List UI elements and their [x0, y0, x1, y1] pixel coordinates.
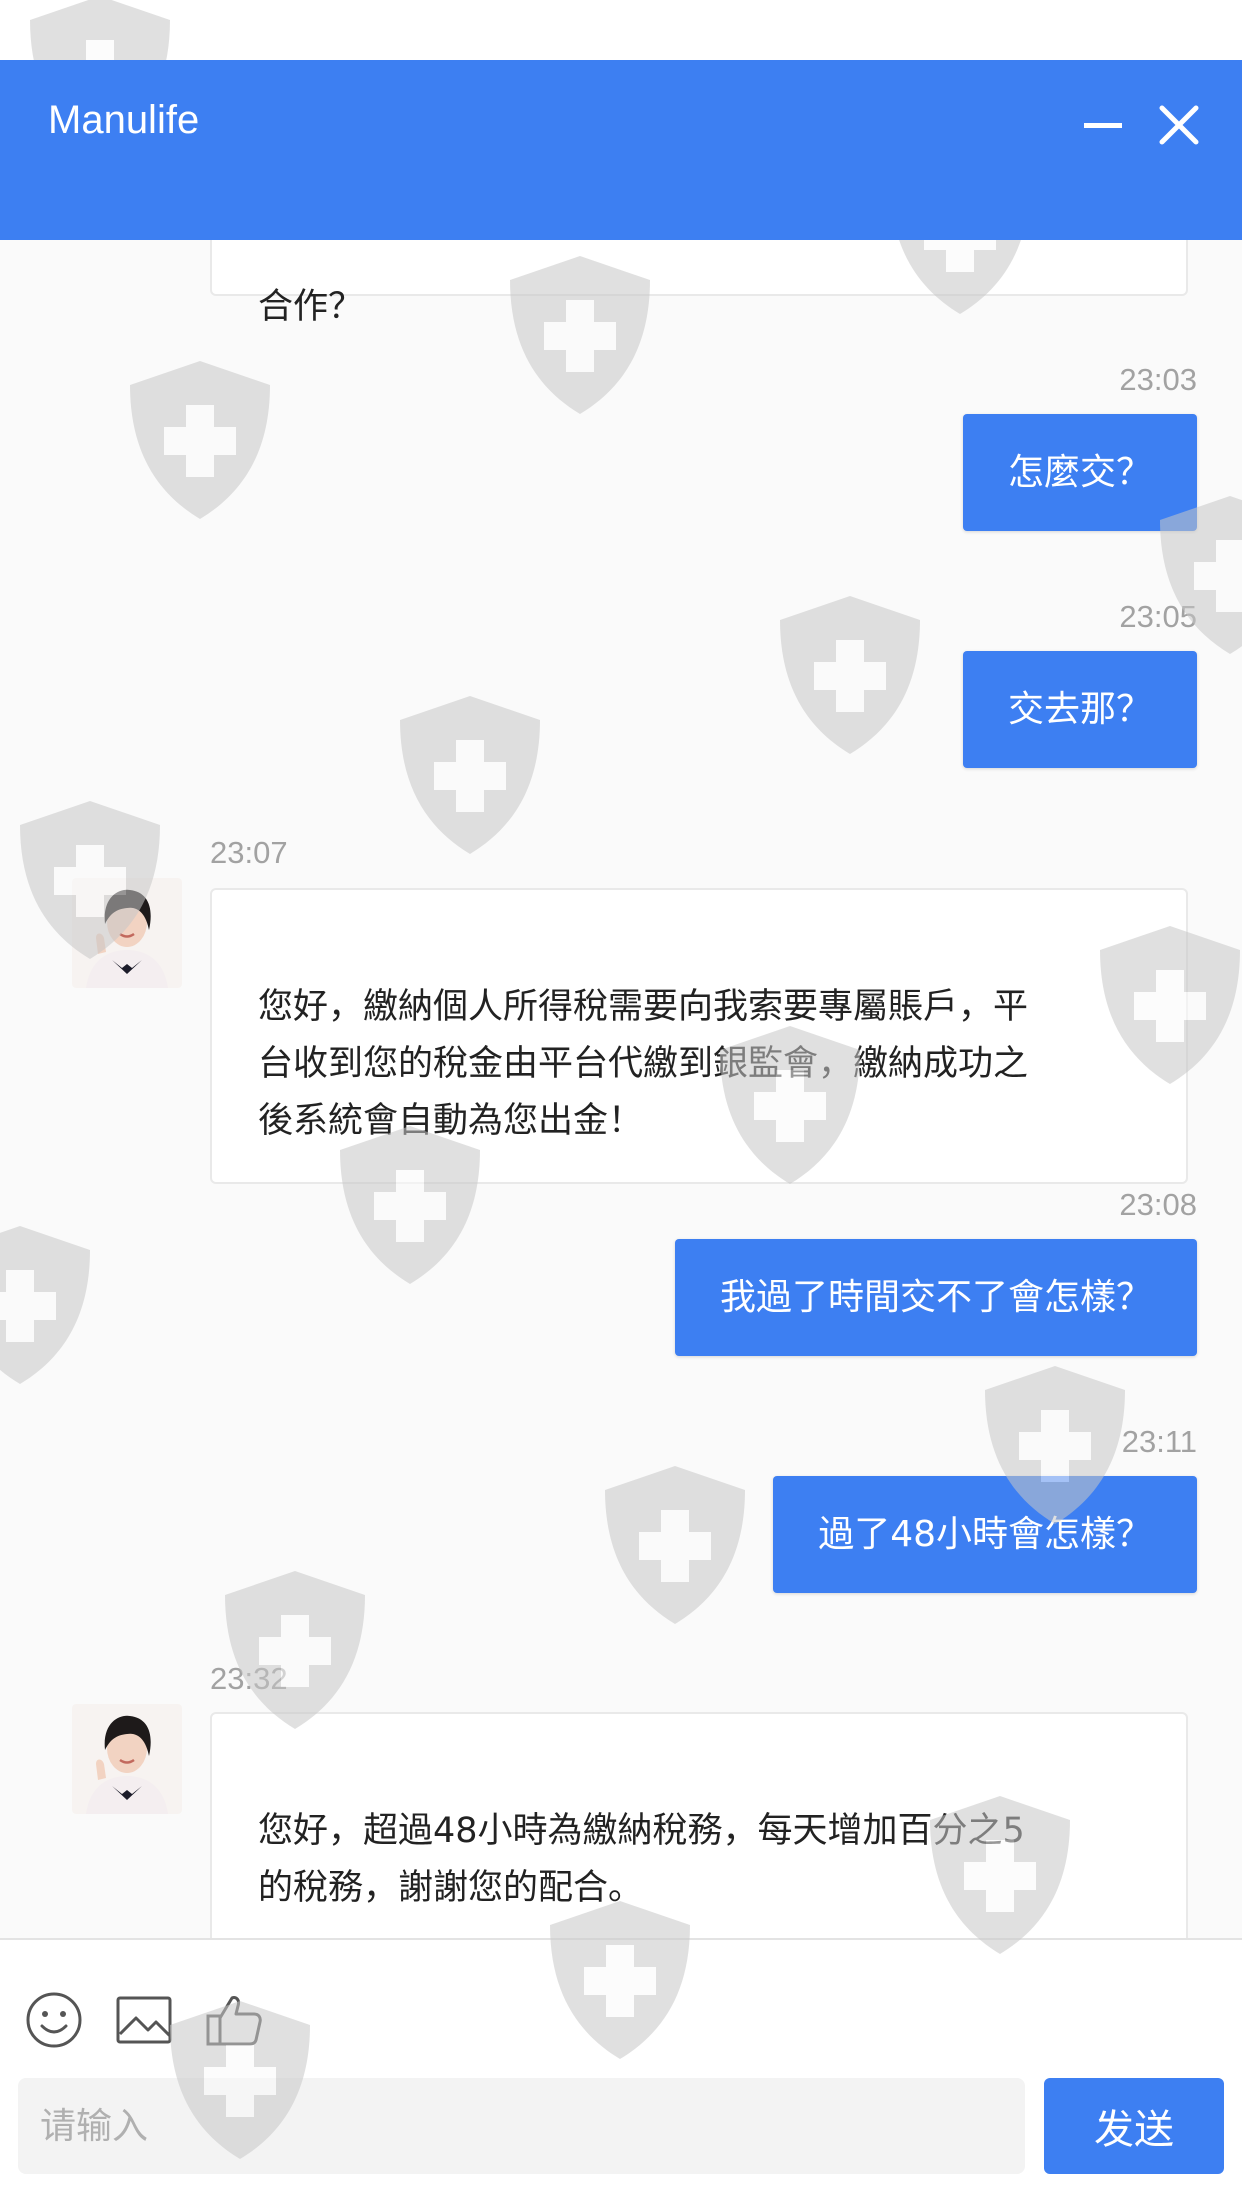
message-timestamp: 23:07	[210, 835, 288, 870]
message-text: 合作？	[258, 287, 364, 327]
message-bubble-incoming: 您好，超過48小時為繳納稅務，每天增加百分之5 的稅務，謝謝您的配合。	[210, 1712, 1188, 1938]
send-button[interactable]: 发送	[1044, 2078, 1224, 2174]
message-list[interactable]: 合作？ 23:03 怎麼交？ 23:05 交去那？ 23:07 您好，繳納個人所…	[0, 240, 1242, 1938]
message-text: 過了48小時會怎樣？	[818, 1514, 1152, 1555]
message-bubble-incoming: 合作？	[210, 240, 1188, 327]
agent-avatar	[72, 1704, 182, 1814]
header-title: Manulife	[48, 98, 200, 142]
avatar-image	[72, 1704, 182, 1814]
image-button[interactable]	[114, 1990, 174, 2050]
agent-avatar	[72, 878, 182, 988]
message-text: 交去那？	[1007, 689, 1152, 730]
message-timestamp: 23:32	[210, 1661, 288, 1696]
image-icon	[116, 1996, 172, 2044]
message-bubble-outgoing: 過了48小時會怎樣？	[773, 1476, 1197, 1593]
message-timestamp: 23:03	[1119, 362, 1197, 397]
message-text: 我過了時間交不了會怎樣？	[719, 1277, 1152, 1318]
thumbs-up-icon	[206, 1996, 262, 2046]
top-status-strip	[0, 0, 1242, 60]
message-input[interactable]	[18, 2078, 1025, 2174]
message-bubble-incoming: 您好，繳納個人所得稅需要向我索要專屬賬戶，平 台收到您的稅金由平台代繳到銀監會，…	[210, 888, 1188, 1184]
smiley-icon	[26, 1992, 82, 2048]
message-text: 您好，繳納個人所得稅需要向我索要專屬賬戶，平 台收到您的稅金由平台代繳到銀監會，…	[258, 987, 1029, 1141]
minimize-button[interactable]	[1080, 102, 1126, 148]
message-timestamp: 23:11	[1121, 1424, 1197, 1459]
avatar-image	[72, 878, 182, 988]
close-button[interactable]	[1156, 102, 1202, 148]
message-timestamp: 23:05	[1119, 599, 1197, 634]
chat-header: Manulife	[0, 60, 1242, 240]
message-bubble-outgoing: 怎麼交？	[962, 414, 1197, 531]
compose-area: 发送	[0, 1938, 1242, 2208]
message-bubble-outgoing: 交去那？	[962, 651, 1197, 768]
message-timestamp: 23:08	[1119, 1187, 1197, 1222]
like-button[interactable]	[204, 1990, 264, 2050]
minimize-icon	[1084, 123, 1122, 128]
message-bubble-outgoing: 我過了時間交不了會怎樣？	[674, 1239, 1197, 1356]
chat-window: Manulife 合作？ 23:03 怎麼交？ 23:05 交去那？ 23:07	[0, 0, 1242, 2208]
message-text: 怎麼交？	[1007, 452, 1152, 493]
emoji-button[interactable]	[24, 1990, 84, 2050]
close-icon	[1159, 105, 1199, 145]
message-text: 您好，超過48小時為繳納稅務，每天增加百分之5 的稅務，謝謝您的配合。	[258, 1811, 1025, 1908]
